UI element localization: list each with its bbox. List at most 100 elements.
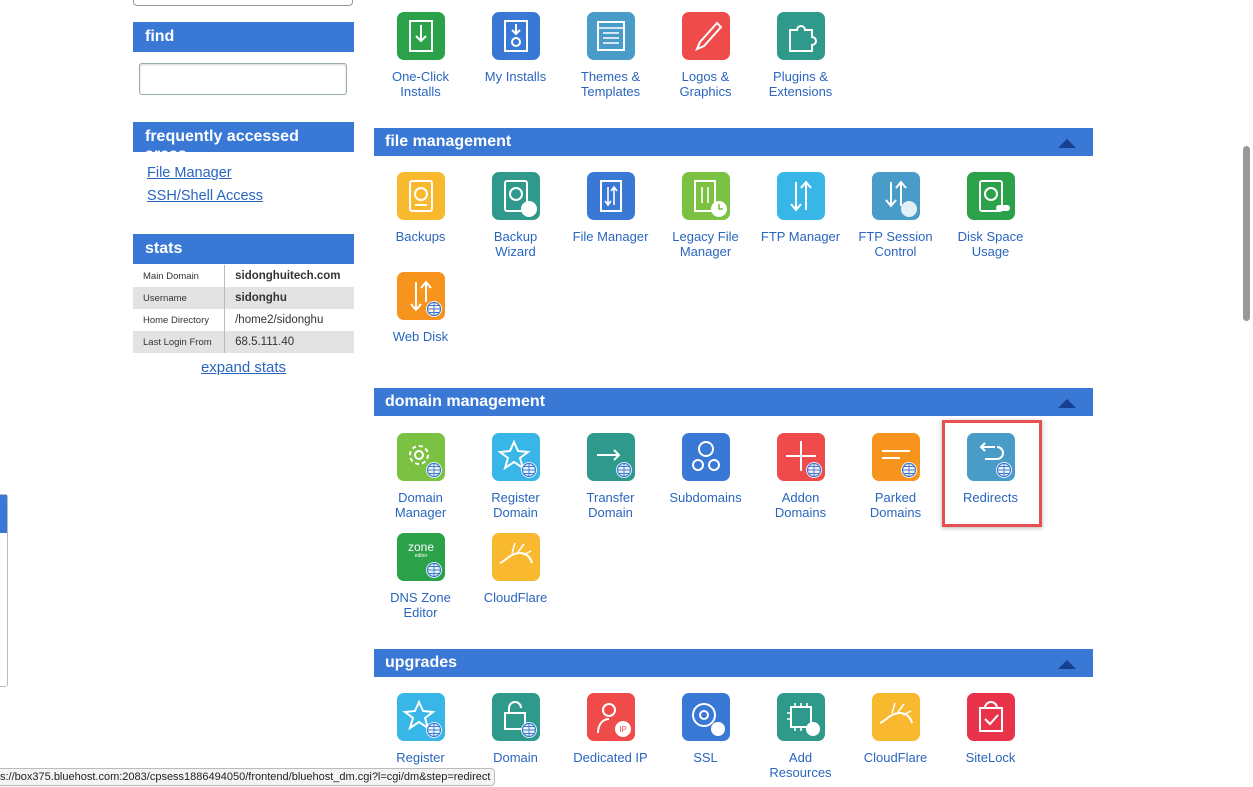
tile-backups[interactable]: Backups <box>373 172 468 244</box>
tile-paintbrush[interactable]: Logos & Graphics <box>658 12 753 99</box>
parked-domains-icon[interactable] <box>871 433 920 481</box>
tile-ftp-manager[interactable]: FTP Manager <box>753 172 848 244</box>
stats-row: Home Directory /home2/sidonghu <box>133 309 354 331</box>
tile-label[interactable]: Themes & Templates <box>563 69 658 99</box>
tile-web-disk[interactable]: Web Disk <box>373 272 468 344</box>
collapse-arrow-icon[interactable] <box>1058 139 1076 148</box>
tile-puzzle[interactable]: Plugins & Extensions <box>753 12 848 99</box>
tile-label[interactable]: Domain <box>468 750 563 765</box>
tile-label[interactable]: Web Disk <box>373 329 468 344</box>
tile-label[interactable]: Dedicated IP <box>563 750 658 765</box>
tile-label[interactable]: FTP Session Control <box>848 229 943 259</box>
tile-label[interactable]: Legacy File Manager <box>658 229 753 259</box>
upgrades-header[interactable]: upgrades <box>374 649 1093 677</box>
ssl-icon[interactable] <box>681 693 730 741</box>
tile-add-resources[interactable]: Add Resources <box>753 693 848 780</box>
file-management-header[interactable]: file management <box>374 128 1093 156</box>
tile-dns-zone-editor[interactable]: zone editor DNS Zone Editor <box>373 533 468 620</box>
tile-label[interactable]: SSL <box>658 750 753 765</box>
tile-ftp-session[interactable]: FTP Session Control <box>848 172 943 259</box>
tile-file-manager[interactable]: File Manager <box>563 172 658 244</box>
tile-register-domain[interactable]: Register Domain <box>468 433 563 520</box>
tile-themes[interactable]: Themes & Templates <box>563 12 658 99</box>
tile-subdomains[interactable]: Subdomains <box>658 433 753 505</box>
tile-transfer-domain[interactable]: Transfer Domain <box>563 433 658 520</box>
tile-ssl[interactable]: SSL <box>658 693 753 765</box>
paintbrush-icon[interactable] <box>681 12 730 60</box>
register-icon[interactable] <box>396 693 445 741</box>
tile-sitelock[interactable]: SiteLock <box>943 693 1038 765</box>
legacy-file-manager-icon[interactable] <box>681 172 730 220</box>
collapse-arrow-icon[interactable] <box>1058 399 1076 408</box>
section-title: file management <box>385 133 512 150</box>
tile-label[interactable]: Logos & Graphics <box>658 69 753 99</box>
tile-addon-domains[interactable]: Addon Domains <box>753 433 848 520</box>
subdomains-icon[interactable] <box>681 433 730 481</box>
dns-zone-editor-icon[interactable]: zone editor <box>396 533 445 581</box>
find-input[interactable] <box>139 63 347 95</box>
dedicated-ip-icon[interactable]: IP <box>586 693 635 741</box>
tile-label[interactable]: Disk Space Usage <box>943 229 1038 259</box>
ftp-manager-icon[interactable] <box>776 172 825 220</box>
ftp-session-icon[interactable] <box>871 172 920 220</box>
file-manager-icon[interactable] <box>586 172 635 220</box>
domain-management-header[interactable]: domain management <box>374 388 1093 416</box>
tile-backup-wizard[interactable]: Backup Wizard <box>468 172 563 259</box>
expand-stats-link[interactable]: expand stats <box>133 359 354 376</box>
puzzle-icon[interactable] <box>776 12 825 60</box>
tile-register[interactable]: Register <box>373 693 468 765</box>
collapse-arrow-icon[interactable] <box>1058 660 1076 669</box>
tile-cloudflare[interactable]: CloudFlare <box>468 533 563 605</box>
tile-legacy-file-manager[interactable]: Legacy File Manager <box>658 172 753 259</box>
tile-label[interactable]: FTP Manager <box>753 229 848 244</box>
tile-label[interactable]: Addon Domains <box>753 490 848 520</box>
tile-label[interactable]: SiteLock <box>943 750 1038 765</box>
tile-domain-manager[interactable]: Domain Manager <box>373 433 468 520</box>
backup-wizard-icon[interactable] <box>491 172 540 220</box>
add-resources-icon[interactable] <box>776 693 825 741</box>
tile-label[interactable]: Transfer Domain <box>563 490 658 520</box>
tile-disk-space[interactable]: Disk Space Usage <box>943 172 1038 259</box>
tile-label[interactable]: Plugins & Extensions <box>753 69 848 99</box>
sitelock-icon[interactable] <box>966 693 1015 741</box>
tile-label[interactable]: Register <box>373 750 468 765</box>
stats-label: Main Domain <box>143 270 199 282</box>
tile-parked-domains[interactable]: Parked Domains <box>848 433 943 520</box>
transfer-domain-icon[interactable] <box>586 433 635 481</box>
tile-label[interactable]: CloudFlare <box>468 590 563 605</box>
register-domain-icon[interactable] <box>491 433 540 481</box>
web-disk-icon[interactable] <box>396 272 445 320</box>
addon-domains-icon[interactable] <box>776 433 825 481</box>
tile-domain-privacy[interactable]: Domain <box>468 693 563 765</box>
stats-panel-title: stats <box>133 234 354 264</box>
tile-dedicated-ip[interactable]: IP Dedicated IP <box>563 693 658 765</box>
domain-manager-icon[interactable] <box>396 433 445 481</box>
tile-label[interactable]: Subdomains <box>658 490 753 505</box>
tile-label[interactable]: Backup Wizard <box>468 229 563 259</box>
tile-one-click-installs[interactable]: One-Click Installs <box>373 12 468 99</box>
my-installs-icon[interactable] <box>491 12 540 60</box>
domain-privacy-icon[interactable] <box>491 693 540 741</box>
tile-label[interactable]: Backups <box>373 229 468 244</box>
backups-icon[interactable] <box>396 172 445 220</box>
disk-space-icon[interactable] <box>966 172 1015 220</box>
ssh-shell-access-link[interactable]: SSH/Shell Access <box>147 185 263 208</box>
tile-label[interactable]: DNS Zone Editor <box>373 590 468 620</box>
themes-icon[interactable] <box>586 12 635 60</box>
tile-label[interactable]: Domain Manager <box>373 490 468 520</box>
tile-label[interactable]: CloudFlare <box>848 750 943 765</box>
scrollbar-thumb[interactable] <box>1243 146 1250 321</box>
file-manager-link[interactable]: File Manager <box>147 162 263 185</box>
cloudflare-icon[interactable] <box>491 533 540 581</box>
tile-label[interactable]: One-Click Installs <box>373 69 468 99</box>
tile-cloudflare-upgrade[interactable]: CloudFlare <box>848 693 943 765</box>
tile-label[interactable]: Add Resources <box>753 750 848 780</box>
tile-label[interactable]: Register Domain <box>468 490 563 520</box>
frequent-links: File Manager SSH/Shell Access <box>147 162 263 208</box>
tile-label[interactable]: File Manager <box>563 229 658 244</box>
tile-label[interactable]: My Installs <box>468 69 563 84</box>
tile-label[interactable]: Parked Domains <box>848 490 943 520</box>
cloudflare-upgrade-icon[interactable] <box>871 693 920 741</box>
tile-my-installs[interactable]: My Installs <box>468 12 563 84</box>
one-click-installs-icon[interactable] <box>396 12 445 60</box>
